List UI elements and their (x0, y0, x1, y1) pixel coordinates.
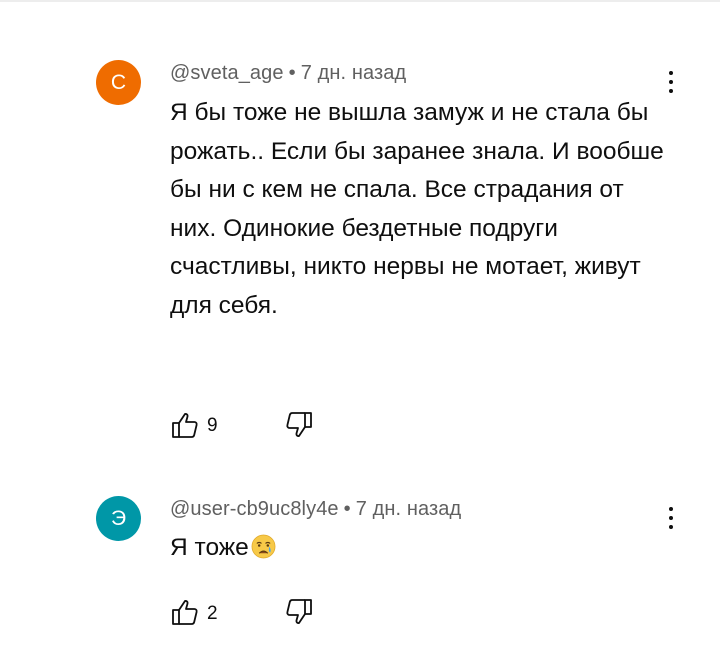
comment-time[interactable]: 7 дн. назад (301, 62, 407, 84)
top-divider (0, 0, 720, 2)
comment-author[interactable]: @user-cb9uc8ly4e (170, 498, 339, 520)
avatar[interactable]: Э (96, 496, 141, 541)
comment-text: Я бы тоже не вышла замуж и не стала бы р… (170, 99, 664, 319)
like-button[interactable] (170, 597, 200, 627)
thumb-down-icon (286, 599, 312, 624)
thumb-up-icon (172, 600, 198, 625)
meta-separator: • (288, 62, 296, 84)
avatar-letter: С (110, 71, 127, 94)
meta-separator: • (343, 498, 351, 520)
like-count: 2 (207, 603, 218, 624)
comment-text-content: Я тоже (170, 534, 249, 561)
like-count: 9 (207, 415, 218, 436)
comment-meta: @user-cb9uc8ly4e • 7 дн. назад (170, 498, 461, 521)
avatar[interactable]: С (96, 60, 141, 105)
comment-time[interactable]: 7 дн. назад (356, 498, 462, 520)
comment-author[interactable]: @sveta_age (170, 62, 284, 84)
thumb-up-icon (172, 413, 198, 438)
like-button[interactable] (170, 410, 200, 440)
comment-meta: @sveta_age • 7 дн. назад (170, 62, 406, 85)
dislike-button[interactable] (284, 410, 314, 440)
dislike-button[interactable] (284, 597, 314, 627)
thumb-down-icon (286, 412, 312, 437)
comment-text: Я тоже (170, 529, 670, 568)
crying-face-emoji-icon (251, 534, 276, 559)
avatar-letter: Э (110, 507, 127, 530)
